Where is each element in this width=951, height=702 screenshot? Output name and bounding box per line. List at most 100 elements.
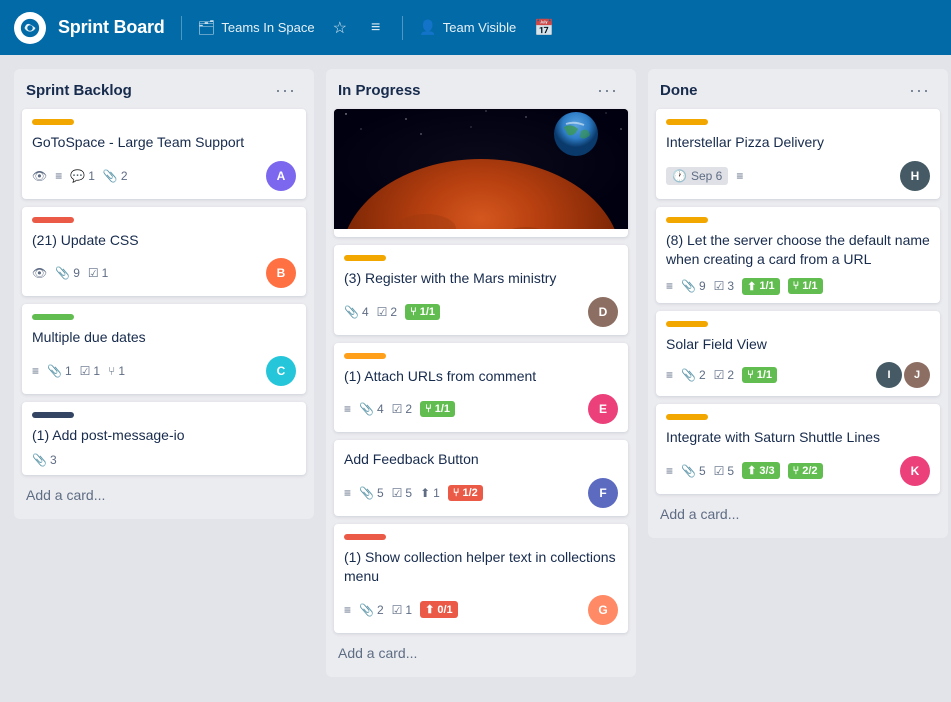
- column-menu-in-progress[interactable]: ···: [591, 79, 624, 101]
- branch-badge: ⑂ 1/1: [420, 401, 455, 417]
- upload-badge-green: ⬆ 3/3: [742, 462, 780, 479]
- card-update-css[interactable]: (21) Update CSS 👁 📎 9 ☑ 1 B: [22, 207, 306, 297]
- lines-meta: ≡: [344, 603, 351, 617]
- lines-icon: ≡: [344, 486, 351, 500]
- card-multiple-due-dates[interactable]: Multiple due dates ≡ 📎 1 ☑ 1 ⑂ 1 C: [22, 304, 306, 394]
- paperclip-meta: 📎 4: [344, 305, 369, 319]
- card-label-bar: [666, 217, 708, 223]
- card-feedback-button[interactable]: Add Feedback Button ≡ 📎 5 ☑ 5 ⬆ 1 ⑂ 1/2 …: [334, 440, 628, 516]
- checklist-meta: ☑ 2: [392, 402, 412, 416]
- card-meta: ≡ 📎 1 ☑ 1 ⑂ 1 C: [32, 356, 296, 386]
- paperclip-icon: 📎: [47, 364, 62, 378]
- avatar: K: [900, 456, 930, 486]
- column-header-sprint-backlog: Sprint Backlog ···: [22, 79, 306, 109]
- lines-icon: ≡: [344, 402, 351, 416]
- checklist-icon: ☑: [392, 486, 403, 500]
- menu-button[interactable]: ≡: [365, 15, 386, 41]
- avatar: A: [266, 161, 296, 191]
- workspace-meta[interactable]: 🗂 Teams In Space: [198, 19, 315, 36]
- card-label-bar: [666, 321, 708, 327]
- column-title-in-progress: In Progress: [338, 82, 421, 99]
- card-meta: 📎 4 ☑ 2 ⑂ 1/1 D: [344, 297, 618, 327]
- branch-meta: ⑂ 1: [108, 364, 125, 378]
- upload-icon: ⬆: [425, 603, 434, 616]
- paperclip-meta: 📎 5: [681, 464, 706, 478]
- avatar: F: [588, 478, 618, 508]
- card-collection-helper[interactable]: (1) Show collection helper text in colle…: [334, 524, 628, 633]
- upload-badge-red: ⬆ 0/1: [420, 601, 458, 618]
- checklist-icon: ☑: [392, 402, 403, 416]
- cards-list-done: Interstellar Pizza Delivery 🕐 Sep 6 ≡ H …: [656, 109, 940, 494]
- paperclip-meta: 📎 5: [359, 486, 384, 500]
- lines-meta: ≡: [666, 368, 673, 382]
- card-title: Solar Field View: [666, 335, 930, 355]
- card-label-bar: [32, 217, 74, 223]
- checklist-icon: ☑: [714, 464, 725, 478]
- card-attach-urls[interactable]: (1) Attach URLs from comment ≡ 📎 4 ☑ 2 ⑂…: [334, 343, 628, 433]
- paperclip-icon: 📎: [359, 603, 374, 617]
- lines-icon: ≡: [666, 368, 673, 382]
- lines-icon: ≡: [736, 169, 743, 183]
- column-menu-sprint-backlog[interactable]: ···: [269, 79, 302, 101]
- card-meta: 👁 ≡ 💬 1 📎 2 A: [32, 161, 296, 191]
- branch-icon: ⑂: [108, 364, 115, 378]
- paperclip-icon: 📎: [681, 368, 696, 382]
- card-post-message[interactable]: (1) Add post-message-io 📎 3: [22, 402, 306, 476]
- paperclip-icon: 📎: [55, 266, 70, 280]
- avatar: G: [588, 595, 618, 625]
- checklist-meta: ☑ 5: [714, 464, 734, 478]
- star-button[interactable]: ☆: [327, 14, 353, 42]
- paperclip-meta: 📎 9: [681, 279, 706, 293]
- checklist-icon: ☑: [88, 266, 99, 280]
- clock-icon: 🕐: [672, 169, 687, 183]
- workspace-name: Teams In Space: [221, 20, 314, 35]
- card-title: Multiple due dates: [32, 328, 296, 348]
- upload-icon: ⬆: [747, 464, 756, 477]
- card-label-bar: [666, 119, 708, 125]
- card-pizza-delivery[interactable]: Interstellar Pizza Delivery 🕐 Sep 6 ≡ H: [656, 109, 940, 199]
- calendar-button[interactable]: 📅: [528, 14, 560, 42]
- branch-badge: ⑂ 2/2: [788, 463, 823, 479]
- card-mars-image[interactable]: [334, 109, 628, 237]
- card-gotospace[interactable]: GoToSpace - Large Team Support 👁 ≡ 💬 1 📎…: [22, 109, 306, 199]
- column-menu-done[interactable]: ···: [903, 79, 936, 101]
- visibility-meta[interactable]: 👤 Team Visible: [419, 19, 516, 36]
- card-title: (3) Register with the Mars ministry: [344, 269, 618, 289]
- paperclip-meta: 📎 3: [32, 453, 57, 467]
- date-badge: 🕐 Sep 6: [666, 167, 728, 185]
- paperclip-icon: 📎: [344, 305, 359, 319]
- branch-badge-red: ⑂ 1/2: [448, 485, 483, 501]
- card-label-bar: [32, 314, 74, 320]
- card-meta: ≡ 📎 4 ☑ 2 ⑂ 1/1 E: [344, 394, 618, 424]
- card-label-bar: [32, 412, 74, 418]
- card-title: Interstellar Pizza Delivery: [666, 133, 930, 153]
- avatar: D: [588, 297, 618, 327]
- lines-icon: ≡: [32, 364, 39, 378]
- card-solar-field-view[interactable]: Solar Field View ≡ 📎 2 ☑ 2 ⑂ 1/1 I J: [656, 311, 940, 397]
- board: Sprint Backlog ··· GoToSpace - Large Tea…: [0, 55, 951, 691]
- checklist-meta: ☑ 5: [392, 486, 412, 500]
- header-divider-2: [402, 16, 403, 40]
- card-server-default-name[interactable]: (8) Let the server choose the default na…: [656, 207, 940, 303]
- eye-icon: 👁: [32, 266, 47, 280]
- branch-icon: ⑂: [793, 465, 800, 477]
- lines-meta: ≡: [666, 279, 673, 293]
- card-meta: 👁 📎 9 ☑ 1 B: [32, 258, 296, 288]
- lines-meta: ≡: [32, 364, 39, 378]
- avatar: C: [266, 356, 296, 386]
- paperclip-meta: 📎 2: [103, 169, 128, 183]
- add-card-in-progress[interactable]: Add a card...: [334, 637, 628, 669]
- add-card-sprint-backlog[interactable]: Add a card...: [22, 479, 306, 511]
- branch-icon: ⑂: [425, 403, 432, 415]
- card-mars-ministry[interactable]: (3) Register with the Mars ministry 📎 4 …: [334, 245, 628, 335]
- add-card-done[interactable]: Add a card...: [656, 498, 940, 530]
- card-title: (1) Add post-message-io: [32, 426, 296, 446]
- paperclip-meta: 📎 9: [55, 266, 80, 280]
- avatar: J: [904, 362, 930, 388]
- lines-meta: ≡: [736, 169, 743, 183]
- lines-meta: ≡: [666, 464, 673, 478]
- paperclip-meta: 📎 2: [359, 603, 384, 617]
- upload-icon: ⬆: [420, 486, 430, 500]
- card-saturn-shuttle[interactable]: Integrate with Saturn Shuttle Lines ≡ 📎 …: [656, 404, 940, 494]
- card-meta: ≡ 📎 5 ☑ 5 ⬆ 3/3 ⑂ 2/2 K: [666, 456, 930, 486]
